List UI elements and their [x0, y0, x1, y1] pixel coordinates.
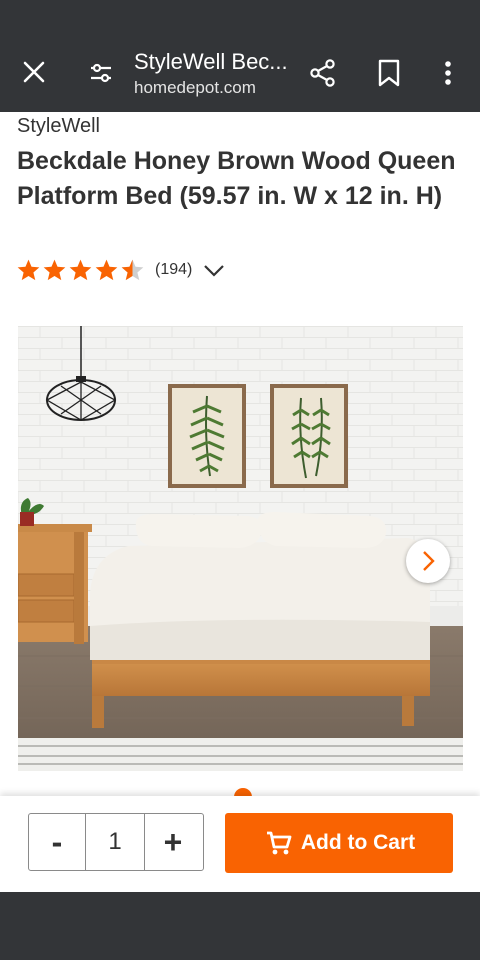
page-title-block[interactable]: StyleWell Bec... homedepot.com — [134, 48, 294, 99]
rating-summary[interactable]: (194) — [16, 256, 226, 284]
next-image-button[interactable] — [406, 539, 450, 583]
product-image[interactable] — [18, 326, 463, 771]
more-vert-icon[interactable] — [436, 56, 460, 90]
star-rating — [16, 258, 146, 283]
bed-photo — [18, 326, 463, 771]
add-to-cart-label: Add to Cart — [300, 831, 416, 854]
chevron-down-icon[interactable] — [202, 258, 226, 282]
half-star-icon — [121, 259, 144, 280]
page-title: StyleWell Bec... — [134, 49, 288, 74]
review-count[interactable]: (194) — [155, 261, 192, 279]
page-url: homedepot.com — [134, 78, 256, 97]
product-title: Beckdale Honey Brown Wood Queen Platform… — [17, 147, 456, 210]
star-icon — [17, 259, 40, 280]
bookmark-icon[interactable] — [374, 56, 404, 90]
chevron-right-icon — [423, 551, 435, 571]
add-to-cart-button[interactable]: Add to Cart — [225, 813, 453, 873]
decrease-quantity-button[interactable]: - — [29, 814, 85, 870]
quantity-input[interactable]: 1 — [85, 814, 145, 870]
cart-icon — [266, 831, 292, 855]
close-icon[interactable] — [18, 56, 50, 88]
star-icon — [43, 259, 66, 280]
increase-quantity-button[interactable]: + — [145, 814, 201, 870]
star-icon — [69, 259, 92, 280]
share-icon[interactable] — [306, 56, 340, 90]
browser-top-bar: StyleWell Bec... homedepot.com — [0, 0, 480, 112]
system-nav-bar — [0, 892, 480, 960]
brand-link[interactable]: StyleWell — [17, 115, 100, 138]
tune-icon[interactable] — [86, 58, 116, 88]
add-to-cart-bar: - 1 + Add to Cart — [0, 796, 480, 892]
star-icon — [95, 259, 118, 280]
quantity-stepper: - 1 + — [28, 813, 204, 871]
